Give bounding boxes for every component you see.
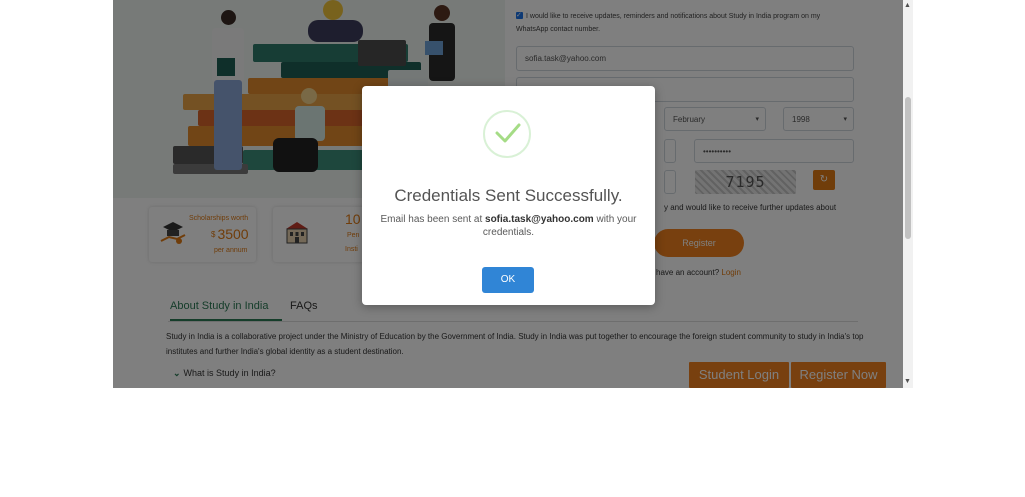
success-dialog: Credentials Sent Successfully. Email has… [362,86,655,305]
message-email: sofia.task@yahoo.com [485,214,594,225]
dialog-message: Email has been sent at sofia.task@yahoo.… [374,213,643,239]
scroll-down-icon[interactable]: ▼ [904,378,911,386]
browser-viewport: I would like to receive updates, reminde… [113,0,913,388]
vertical-scrollbar[interactable]: ▲ ▼ [903,0,913,388]
scrollbar-thumb[interactable] [905,97,911,239]
success-check-icon [483,110,531,158]
ok-button[interactable]: OK [482,267,534,293]
message-prefix: Email has been sent at [380,214,483,225]
scroll-up-icon[interactable]: ▲ [904,2,911,10]
dialog-title: Credentials Sent Successfully. [394,186,623,205]
